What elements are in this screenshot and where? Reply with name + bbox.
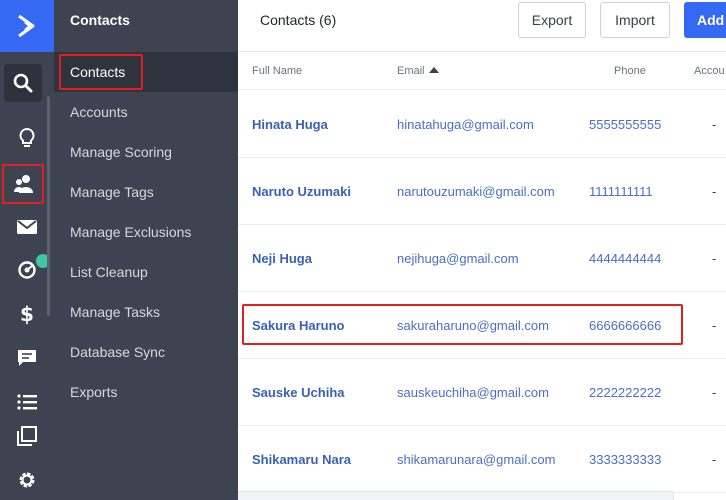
contact-email-link[interactable]: narutouzumaki@gmail.com [397,184,555,199]
table-row[interactable]: Shikamaru Nara shikamarunara@gmail.com 3… [238,426,726,493]
sidebar-item-manage-tasks[interactable]: Manage Tasks [54,292,238,332]
gauge-icon [18,261,36,279]
conversations-button[interactable] [0,338,54,378]
contact-name-link[interactable]: Neji Huga [252,251,312,266]
table-row[interactable]: Hinata Huga hinatahuga@gmail.com 5555555… [238,91,726,158]
contact-account: - [712,251,717,266]
chat-icon [18,350,36,366]
contact-name-link[interactable]: Shikamaru Nara [252,452,351,467]
sidebar-item-database-sync[interactable]: Database Sync [54,332,238,372]
sidebar: Contacts Contacts Accounts Manage Scorin… [54,0,238,500]
page-header: Contacts (6) Export Import Add [238,0,726,52]
table-row[interactable]: Neji Huga nejihuga@gmail.com 4444444444 … [238,225,726,292]
contact-phone-link[interactable]: 1111111111 [589,184,653,199]
copy-icon [17,426,37,446]
contact-account: - [712,184,717,199]
add-button[interactable]: Add [684,2,726,38]
settings-button[interactable] [0,460,54,500]
table-header: Full Name Email Phone Accou [238,52,726,90]
contact-email-link[interactable]: sauskeuchiha@gmail.com [397,385,549,400]
contact-account: - [712,452,717,467]
sidebar-item-exports[interactable]: Exports [54,372,238,412]
sidebar-item-manage-tags[interactable]: Manage Tags [54,172,238,212]
contact-name-link[interactable]: Sauske Uchiha [252,385,345,400]
contact-phone-link[interactable]: 5555555555 [589,117,661,132]
lightbulb-icon [19,127,35,147]
icon-rail: $ [0,0,54,500]
sidebar-item-manage-scoring[interactable]: Manage Scoring [54,132,238,172]
sidebar-item-manage-exclusions[interactable]: Manage Exclusions [54,212,238,252]
contact-email-link[interactable]: hinatahuga@gmail.com [397,117,534,132]
contact-name-link[interactable]: Naruto Uzumaki [252,184,351,199]
list-icon [17,394,37,410]
search-icon [13,73,33,93]
contact-phone-link[interactable]: 3333333333 [589,452,661,467]
export-button[interactable]: Export [518,2,586,38]
column-header-email[interactable]: Email [397,65,439,77]
ideas-button[interactable] [0,118,54,158]
contact-phone-link[interactable]: 2222222222 [589,385,661,400]
sidebar-item-accounts[interactable]: Accounts [54,92,238,132]
rail-scrollbar[interactable] [47,96,50,316]
contact-name-link[interactable]: Hinata Huga [252,117,328,132]
table-row[interactable]: Naruto Uzumaki narutouzumaki@gmail.com 1… [238,158,726,225]
column-header-email-label: Email [397,65,425,77]
column-header-full-name[interactable]: Full Name [252,65,302,77]
contact-email-link[interactable]: shikamarunara@gmail.com [397,452,555,467]
contact-phone-link[interactable]: 4444444444 [589,251,661,266]
sidebar-item-list-cleanup[interactable]: List Cleanup [54,252,238,292]
page-title: Contacts (6) [260,12,337,28]
table-row[interactable]: Sauske Uchiha sauskeuchiha@gmail.com 222… [238,359,726,426]
sidebar-item-highlight [59,54,143,90]
column-header-account[interactable]: Accou [694,65,725,77]
contact-account: - [712,385,717,400]
contacts-nav-highlight [2,164,44,204]
sidebar-title: Contacts [70,12,130,28]
table-footer [238,491,674,500]
main-panel: Contacts (6) Export Import Add Full Name… [238,0,726,500]
contact-account: - [712,318,717,333]
contact-account: - [712,117,717,132]
column-header-phone[interactable]: Phone [614,65,646,77]
logo-icon[interactable] [0,0,54,52]
import-button[interactable]: Import [600,2,670,38]
deals-button[interactable]: $ [0,294,54,334]
mail-button[interactable] [0,207,54,247]
gear-icon [19,472,35,488]
sort-ascending-icon [428,67,439,73]
dollar-icon: $ [20,302,34,326]
contact-email-link[interactable]: nejihuga@gmail.com [397,251,519,266]
row-highlight [242,304,683,345]
search-button[interactable] [4,64,42,102]
pages-button[interactable] [0,416,54,456]
mail-icon [17,220,37,234]
